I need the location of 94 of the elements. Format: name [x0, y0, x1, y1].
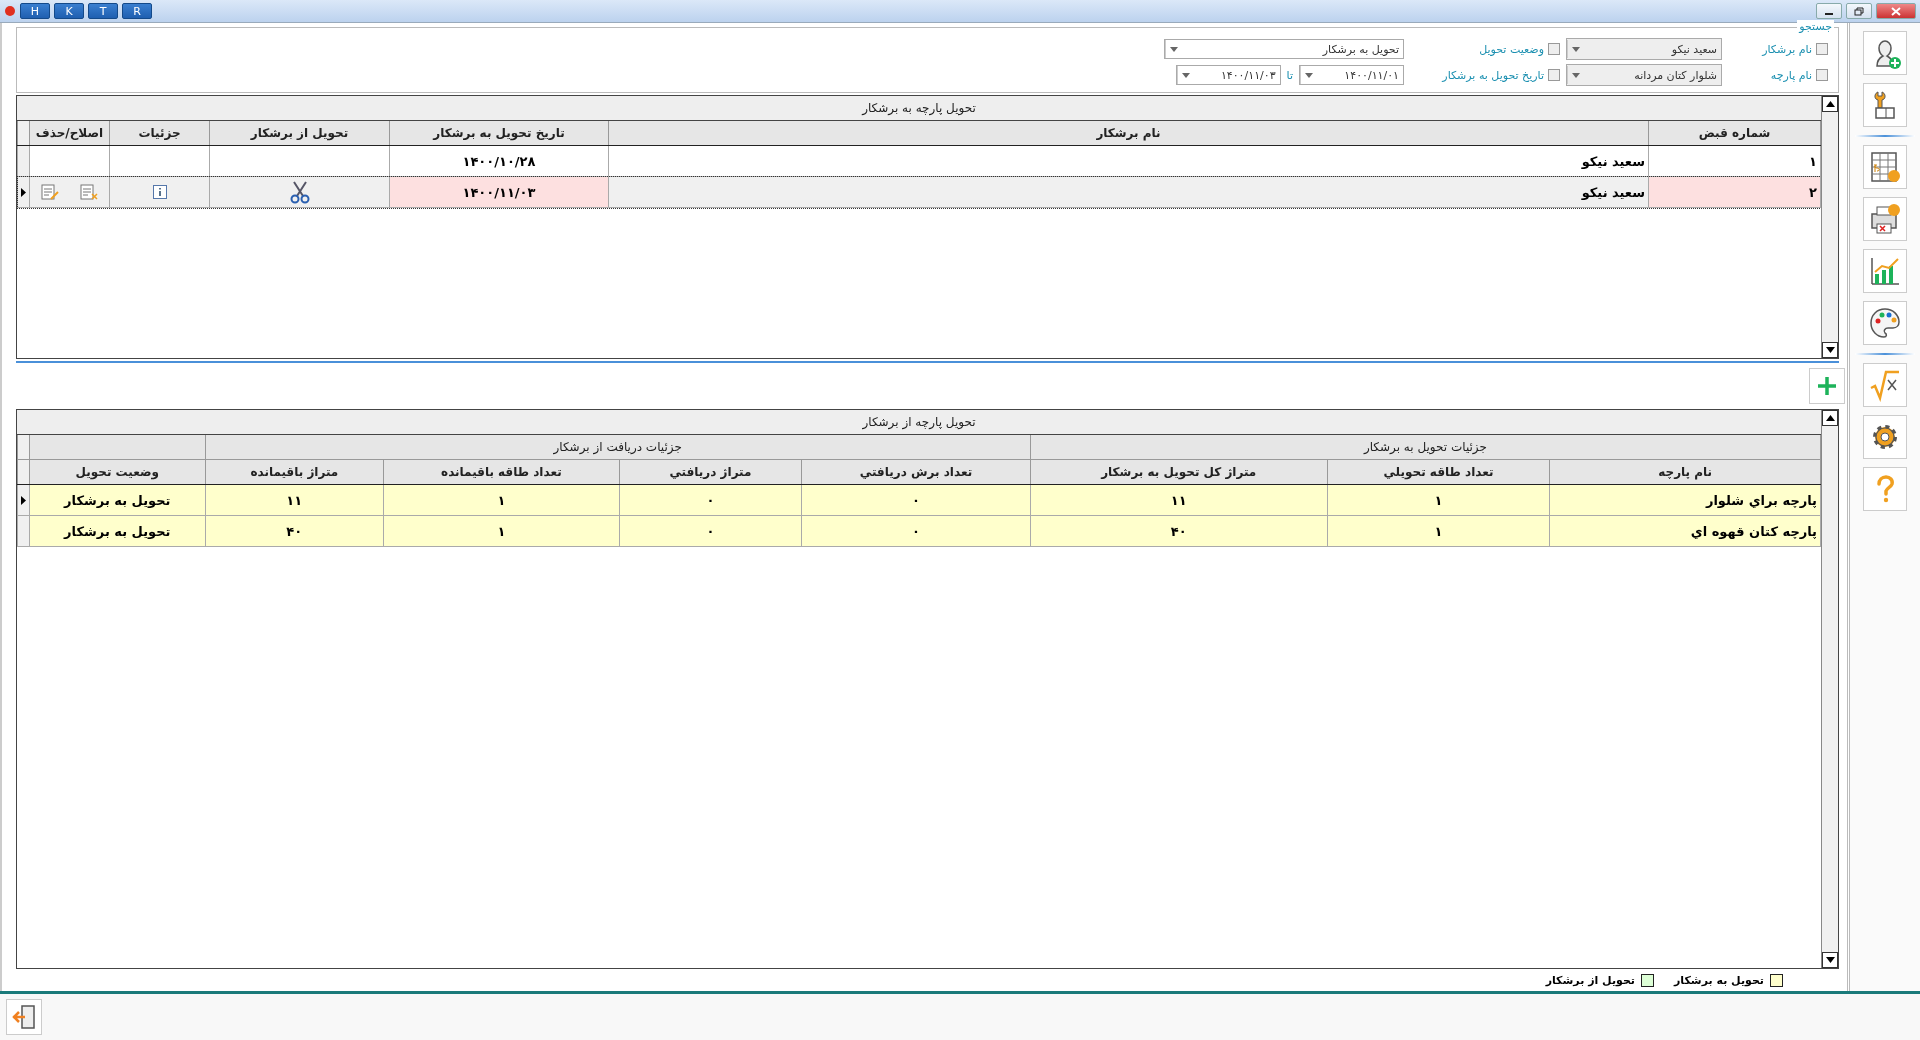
table-cell: ۱۱ [205, 484, 384, 516]
dropdown-arrow-icon [1572, 46, 1580, 52]
dropdown-arrow-icon [1572, 72, 1580, 78]
table-cell: ۱ [383, 484, 620, 516]
table-cell: ۴۰ [1030, 515, 1328, 547]
formula-icon [1868, 368, 1902, 402]
table-cell: ۱۱ [1030, 484, 1328, 516]
table-cell: ۱ [1327, 484, 1550, 516]
exit-button[interactable] [6, 999, 42, 1035]
column-header[interactable]: نام پارچه [1549, 459, 1821, 485]
scrollbar[interactable] [1821, 410, 1838, 968]
legend-label: تحویل به برشکار [1674, 973, 1764, 987]
add-button[interactable] [1809, 368, 1845, 404]
table-cell: ۱۴۰۰/۱۰/۲۸ [389, 145, 609, 177]
table-cell: سعید نیکو [608, 176, 1649, 208]
scroll-up-icon[interactable] [1825, 101, 1835, 107]
chart-button[interactable] [1863, 249, 1907, 293]
print-button[interactable] [1863, 197, 1907, 241]
table-cell: ۱ [1327, 515, 1550, 547]
scrollbar[interactable] [1821, 96, 1838, 358]
dropdown-arrow-icon [1305, 72, 1313, 78]
date-from-field[interactable]: ۱۴۰۰/۱۱/۰۱ [1299, 65, 1404, 85]
table-cell: ۲ [1648, 176, 1821, 208]
column-header[interactable]: تعداد طاقه تحویلي [1327, 459, 1550, 485]
table-cell: ۱ [1648, 145, 1821, 177]
table-cell: ۰ [801, 484, 1031, 516]
exit-icon [10, 1003, 38, 1031]
table-cell: سعید نیکو [608, 145, 1649, 177]
grid-caption: تحویل پارچه به برشکار [17, 96, 1821, 121]
filter-label: وضعیت تحویل [1479, 42, 1544, 56]
table-cell: پارچه کتان قهوه اي [1549, 515, 1821, 547]
settings-button[interactable] [1863, 415, 1907, 459]
fabric-dropdown[interactable]: شلوار کتان مردانه [1566, 64, 1722, 86]
column-group-header: جزئیات دریافت از برشکار [205, 435, 1031, 460]
restore-icon [1854, 6, 1864, 16]
toolbar-button[interactable]: H [20, 3, 50, 19]
table-cell: ۰ [619, 484, 802, 516]
palette-icon [1868, 306, 1902, 340]
table-cell: ۴۰ [205, 515, 384, 547]
printer-money-icon [1868, 202, 1902, 236]
scroll-down-icon[interactable] [1825, 347, 1835, 353]
column-header[interactable]: تحویل از برشکار [209, 121, 390, 146]
legend-label: تحویل از برشکار [1545, 973, 1635, 987]
column-header[interactable]: تعداد طاقه باقیمانده [383, 459, 620, 485]
restore-button[interactable] [1846, 3, 1872, 19]
cutter-dropdown[interactable]: سعید نیکو [1566, 38, 1722, 60]
table-money-icon [1868, 150, 1902, 184]
add-user-button[interactable] [1863, 31, 1907, 75]
table-button[interactable] [1863, 145, 1907, 189]
checkbox[interactable] [1548, 69, 1560, 81]
close-button[interactable] [1876, 3, 1916, 19]
filter-label: نام برشکار [1762, 42, 1812, 56]
toolbar-button[interactable]: R [122, 3, 152, 19]
toolbar-button[interactable]: T [88, 3, 118, 19]
grid-caption: تحویل پارچه از برشکار [17, 410, 1821, 435]
column-header[interactable]: متراژ کل تحویل به برشکار [1030, 459, 1328, 485]
table-cell: ۰ [619, 515, 802, 547]
column-header[interactable]: متراژ دریافتي [619, 459, 802, 485]
column-group-header: جزئیات تحویل به برشکار [1030, 435, 1821, 460]
minimize-button[interactable] [1816, 3, 1842, 19]
column-header[interactable]: اصلاح/حذف [29, 121, 110, 146]
column-header[interactable]: شماره قبض [1648, 121, 1821, 146]
column-header[interactable]: تعداد برش دریافتي [801, 459, 1031, 485]
dropdown-arrow-icon [1170, 46, 1178, 52]
app-icon [4, 5, 16, 17]
filter-label: تاریخ تحویل به برشکار [1442, 68, 1544, 82]
filter-label: نام پارچه [1770, 68, 1812, 82]
dropdown-arrow-icon [1181, 72, 1190, 78]
column-header[interactable]: وضعیت تحویل [29, 459, 206, 485]
column-header[interactable]: جزئیات [109, 121, 210, 146]
checkbox[interactable] [1548, 43, 1560, 55]
column-header[interactable]: متراژ باقیمانده [205, 459, 384, 485]
scroll-up-icon[interactable] [1825, 415, 1835, 421]
row-pointer-icon [21, 495, 27, 505]
plus-icon [1816, 375, 1838, 397]
column-header[interactable]: تاریخ تحویل به برشکار [389, 121, 609, 146]
status-dropdown[interactable]: تحویل به برشکار [1164, 39, 1404, 59]
toolbar-button[interactable]: K [54, 3, 84, 19]
search-title: جستجو [1797, 20, 1834, 33]
table-cell: ۰ [801, 515, 1031, 547]
checkbox[interactable] [1816, 43, 1828, 55]
date-range-label: تا [1286, 68, 1293, 82]
table-cell: پارچه براي شلوار [1549, 484, 1821, 516]
scroll-down-icon[interactable] [1825, 957, 1835, 963]
checkbox[interactable] [1816, 69, 1828, 81]
info-icon[interactable] [152, 185, 167, 199]
table-cell: ۱۴۰۰/۱۱/۰۳ [389, 176, 609, 208]
palette-button[interactable] [1863, 301, 1907, 345]
date-to-field[interactable]: ۱۴۰۰/۱۱/۰۳ [1175, 65, 1281, 85]
table-cell: ۱ [383, 515, 620, 547]
close-icon [1891, 6, 1901, 16]
row-pointer-icon [21, 187, 26, 197]
column-header[interactable]: نام برشکار [608, 121, 1649, 146]
tools-button[interactable] [1863, 83, 1907, 127]
